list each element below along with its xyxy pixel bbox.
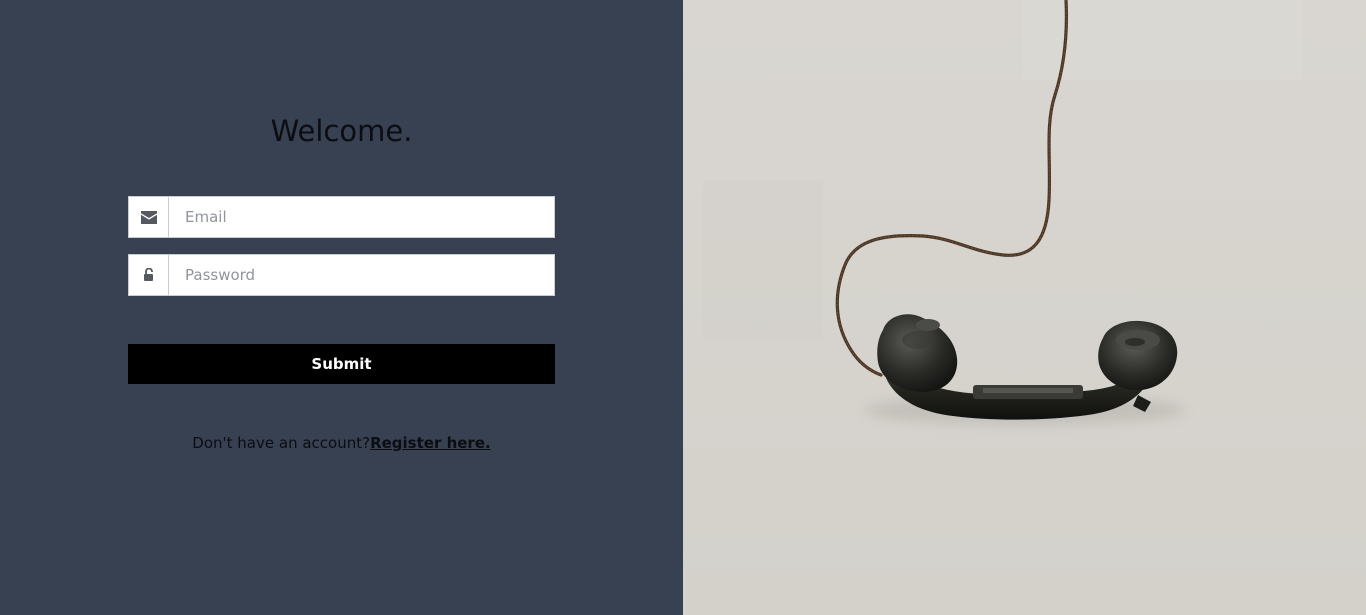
unlock-icon xyxy=(129,255,169,295)
hero-image-panel xyxy=(683,0,1366,615)
envelope-icon xyxy=(129,197,169,237)
submit-button[interactable]: Submit xyxy=(128,344,555,384)
email-input-group xyxy=(128,196,555,238)
password-input-group xyxy=(128,254,555,296)
register-link[interactable]: Register here. xyxy=(370,434,491,452)
welcome-heading: Welcome. xyxy=(270,114,413,148)
login-panel: Welcome. Submit Don't have an account?R xyxy=(0,0,683,615)
login-page: Welcome. Submit Don't have an account?R xyxy=(0,0,1366,615)
telephone-handset-image xyxy=(683,0,1366,615)
email-field[interactable] xyxy=(169,197,554,237)
password-field[interactable] xyxy=(169,255,554,295)
register-prompt: Don't have an account? xyxy=(192,434,371,452)
register-line: Don't have an account?Register here. xyxy=(0,434,683,452)
